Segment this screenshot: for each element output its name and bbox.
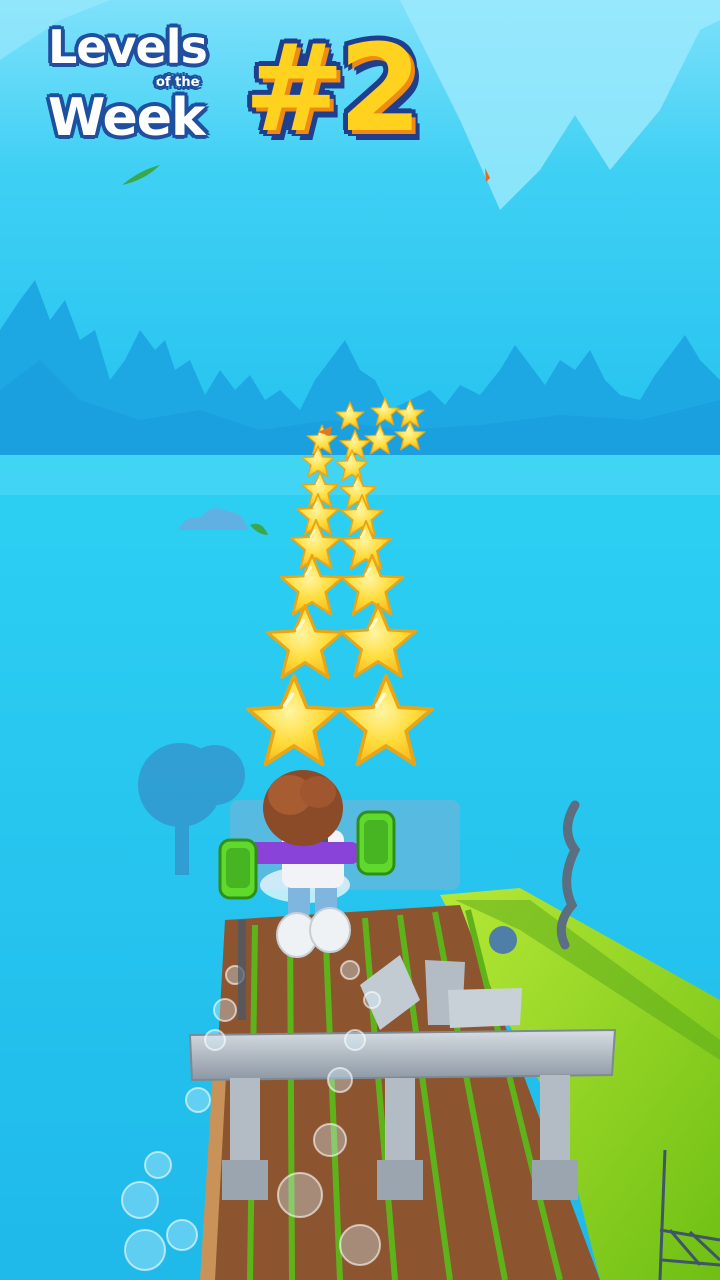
jetpack-icon [218,838,258,900]
title-levels: Levels [48,20,208,74]
game-scene [0,0,720,1280]
level-number: #2 [244,20,422,159]
jetpack-icon [356,810,396,876]
levels-of-the-week-title: Levels of the Week #2 [44,18,464,159]
title-week: Week [48,88,206,148]
